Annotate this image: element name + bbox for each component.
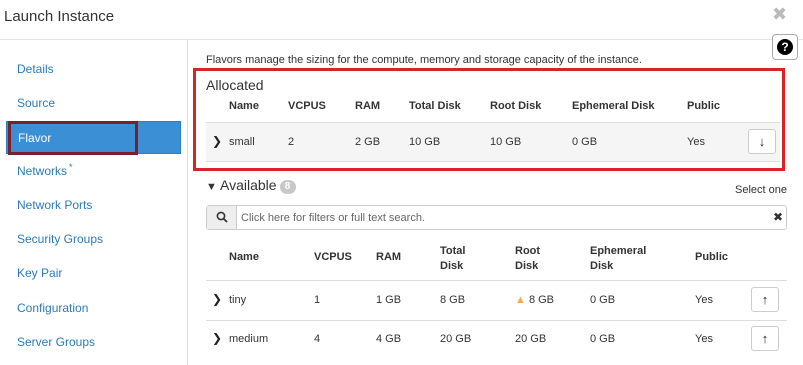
- close-icon[interactable]: ✖: [772, 4, 787, 25]
- flavor-root-disk: ▲ 8 GB: [515, 294, 555, 306]
- available-col-vcpus: VCPUS: [314, 251, 352, 263]
- allocated-col-ram: RAM: [355, 100, 381, 112]
- sidebar-item-details[interactable]: Details: [0, 54, 188, 84]
- allocated-col-vcpus: VCPUS: [288, 100, 326, 112]
- deallocate-button[interactable]: ↓: [748, 129, 776, 154]
- sidebar-item-label: Network Ports: [17, 198, 93, 212]
- sidebar-item-label: Details: [17, 62, 54, 76]
- chevron-right-icon[interactable]: ❯: [212, 292, 222, 306]
- search-icon: [207, 206, 237, 229]
- available-col-ephemeral-disk: Ephemeral Disk: [590, 245, 647, 272]
- sidebar-item-configuration[interactable]: Configuration: [0, 293, 188, 323]
- sidebar-item-key-pair[interactable]: Key Pair: [0, 258, 188, 288]
- flavor-ram: 1 GB: [376, 294, 402, 306]
- sidebar-item-network-ports[interactable]: Network Ports: [0, 190, 188, 220]
- question-circle-icon: ?: [777, 39, 793, 55]
- available-label: Available: [220, 177, 277, 193]
- allocated-col-public: Public: [687, 100, 721, 112]
- sidebar-item-label: Server Groups: [17, 335, 96, 349]
- sidebar-item-flavor[interactable]: Flavor: [6, 121, 181, 154]
- wizard-sidebar: Details Source Flavor Networks * Network …: [0, 40, 188, 365]
- search-bar: ✖: [206, 205, 787, 230]
- flavor-vcpus: 1: [314, 294, 321, 306]
- flavor-description: Flavors manage the sizing for the comput…: [206, 54, 642, 66]
- select-hint: Select one: [735, 184, 787, 196]
- available-col-public: Public: [695, 251, 729, 263]
- sidebar-item-label: Security Groups: [17, 232, 104, 246]
- flavor-vcpus: 4: [314, 333, 321, 345]
- flavor-vcpus: 2: [288, 136, 295, 148]
- arrow-up-icon: ↑: [761, 331, 769, 346]
- allocated-col-name: Name: [229, 100, 259, 112]
- help-button[interactable]: ?: [772, 34, 798, 60]
- warning-icon: ▲: [515, 294, 526, 306]
- available-col-ram: RAM: [376, 251, 402, 263]
- chevron-right-icon[interactable]: ❯: [212, 134, 222, 148]
- flavor-ram: 4 GB: [376, 333, 402, 345]
- flavor-root-disk: 10 GB: [490, 136, 522, 148]
- flavor-total-disk: 10 GB: [409, 136, 441, 148]
- flavor-total-disk: 20 GB: [440, 333, 472, 345]
- flavor-ephemeral-disk: 0 GB: [590, 294, 616, 306]
- modal-title: Launch Instance: [4, 8, 115, 25]
- available-count-badge: 8: [279, 180, 296, 194]
- flavor-ram: 2 GB: [355, 136, 381, 148]
- allocated-col-total-disk: Total Disk: [409, 100, 461, 112]
- flavor-root-disk: 20 GB: [515, 333, 547, 345]
- flavor-public: Yes: [695, 294, 713, 306]
- sidebar-item-server-groups[interactable]: Server Groups: [0, 327, 188, 357]
- flavor-name: medium: [229, 333, 269, 345]
- sidebar-item-label: Configuration: [17, 301, 89, 315]
- search-input[interactable]: [241, 209, 761, 226]
- required-marker: *: [69, 162, 73, 172]
- allocated-heading: Allocated: [206, 77, 264, 93]
- flavor-total-disk: 8 GB: [440, 294, 466, 306]
- arrow-down-icon: ↓: [758, 134, 766, 149]
- flavor-name: tiny: [229, 294, 247, 306]
- chevron-down-icon: ▼: [206, 181, 217, 193]
- sidebar-item-label: Key Pair: [17, 266, 63, 280]
- allocated-col-root-disk: Root Disk: [490, 100, 542, 112]
- available-col-name: Name: [229, 251, 259, 263]
- allocate-button[interactable]: ↑: [751, 326, 779, 351]
- flavor-public: Yes: [687, 136, 705, 148]
- chevron-right-icon[interactable]: ❯: [212, 331, 222, 345]
- sidebar-item-security-groups[interactable]: Security Groups: [0, 224, 188, 254]
- sidebar-item-label: Source: [17, 96, 56, 110]
- clear-icon[interactable]: ✖: [773, 210, 783, 224]
- sidebar-item-label: Networks: [17, 164, 68, 178]
- flavor-ephemeral-disk: 0 GB: [572, 136, 598, 148]
- available-col-total-disk: Total Disk: [440, 245, 466, 272]
- flavor-public: Yes: [695, 333, 713, 345]
- sidebar-item-label: Flavor: [18, 131, 52, 145]
- available-heading[interactable]: ▼ Available 8: [206, 177, 296, 195]
- flavor-name: small: [229, 136, 255, 148]
- arrow-up-icon: ↑: [761, 292, 769, 307]
- flavor-ephemeral-disk: 0 GB: [590, 333, 616, 345]
- sidebar-item-source[interactable]: Source: [0, 88, 188, 118]
- allocated-col-ephemeral-disk: Ephemeral Disk: [572, 100, 655, 112]
- modal-header: Launch Instance ✖: [0, 0, 803, 40]
- sidebar-item-networks[interactable]: Networks *: [0, 156, 188, 186]
- allocate-button[interactable]: ↑: [751, 287, 779, 312]
- available-col-root-disk: Root Disk: [515, 245, 541, 272]
